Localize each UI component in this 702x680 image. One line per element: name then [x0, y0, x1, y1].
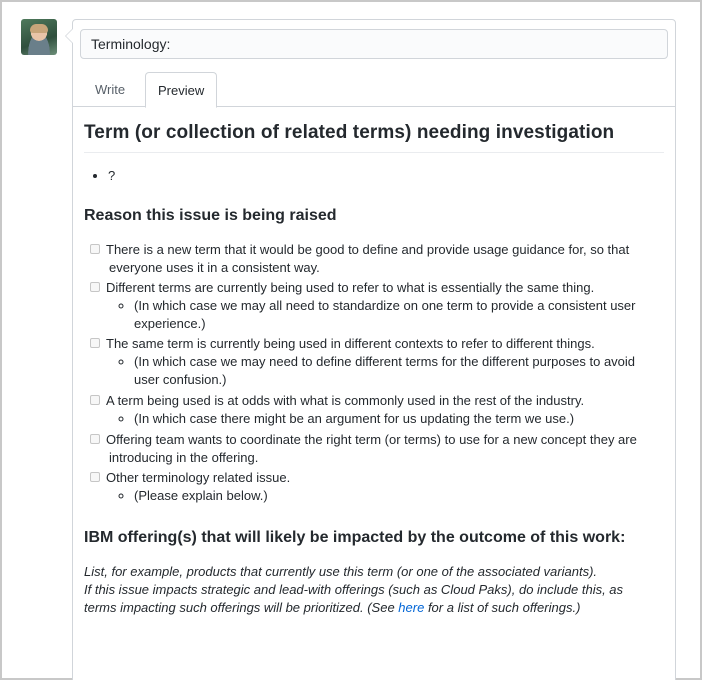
reason-task-list: There is a new term that it would be goo… [84, 241, 664, 505]
task-text: Different terms are currently being used… [106, 280, 595, 295]
task-subitem: (In which case we may need to define dif… [134, 353, 664, 389]
task-item: Other terminology related issue. [84, 469, 664, 487]
task-item: Offering team wants to coordinate the ri… [84, 431, 664, 467]
task-sublist: (In which case we may need to define dif… [84, 353, 664, 389]
tab-preview[interactable]: Preview [145, 72, 218, 108]
subitem-text-cont: experience.) [134, 316, 206, 331]
offerings-list-link[interactable]: here [398, 600, 424, 615]
note-line: List, for example, products that current… [84, 564, 598, 579]
subitem-text: (In which case there might be an argumen… [134, 411, 575, 426]
preview-content: Term (or collection of related terms) ne… [84, 120, 664, 617]
avatar[interactable] [21, 19, 57, 55]
term-list-item: ? [108, 167, 664, 185]
task-text: The same term is currently being used in… [106, 336, 595, 351]
task-subitem: (In which case we may all need to standa… [134, 297, 664, 333]
task-text: There is a new term that it would be goo… [106, 242, 630, 257]
note-text: terms impacting such offerings will be p… [84, 600, 399, 615]
tab-write[interactable]: Write [83, 72, 137, 107]
offerings-note: List, for example, products that current… [84, 563, 664, 617]
task-text: A term being used is at odds with what i… [106, 393, 585, 408]
subitem-text: (In which case we may all need to standa… [134, 298, 636, 313]
task-sublist: (In which case there might be an argumen… [84, 410, 664, 428]
task-text-cont: everyone uses it in a consistent way. [109, 260, 320, 275]
editor-tabs: Write Preview [73, 72, 675, 108]
issue-title-input[interactable] [80, 29, 668, 59]
comment-caret-inner [66, 29, 73, 43]
task-sublist: (Please explain below.) [84, 487, 664, 505]
subitem-text: (Please explain below.) [134, 488, 268, 503]
note-text: for a list of such offerings.) [424, 600, 581, 615]
avatar-hair [30, 24, 48, 33]
task-item: There is a new term that it would be goo… [84, 241, 664, 277]
task-item: The same term is currently being used in… [84, 335, 664, 353]
task-checkbox[interactable] [90, 395, 100, 405]
task-text: Other terminology related issue. [106, 470, 291, 485]
task-checkbox[interactable] [90, 282, 100, 292]
subitem-text: (In which case we may need to define dif… [134, 354, 636, 369]
task-checkbox[interactable] [90, 434, 100, 444]
task-checkbox[interactable] [90, 244, 100, 254]
task-subitem: (In which case there might be an argumen… [134, 410, 664, 428]
heading-term: Term (or collection of related terms) ne… [84, 120, 664, 153]
task-text-cont: introducing in the offering. [109, 450, 259, 465]
task-checkbox[interactable] [90, 338, 100, 348]
task-item: A term being used is at odds with what i… [84, 392, 664, 410]
task-subitem: (Please explain below.) [134, 487, 664, 505]
task-checkbox[interactable] [90, 472, 100, 482]
task-sublist: (In which case we may all need to standa… [84, 297, 664, 333]
term-list: ? [84, 167, 664, 185]
task-item: Different terms are currently being used… [84, 279, 664, 297]
task-text: Offering team wants to coordinate the ri… [106, 432, 637, 447]
subitem-text-cont: user confusion.) [134, 372, 227, 387]
heading-reason: Reason this issue is being raised [84, 207, 337, 224]
note-line: terms impacting such offerings will be p… [84, 599, 664, 617]
note-line: If this issue impacts strategic and lead… [84, 582, 624, 597]
heading-offerings: IBM offering(s) that will likely be impa… [84, 529, 626, 546]
